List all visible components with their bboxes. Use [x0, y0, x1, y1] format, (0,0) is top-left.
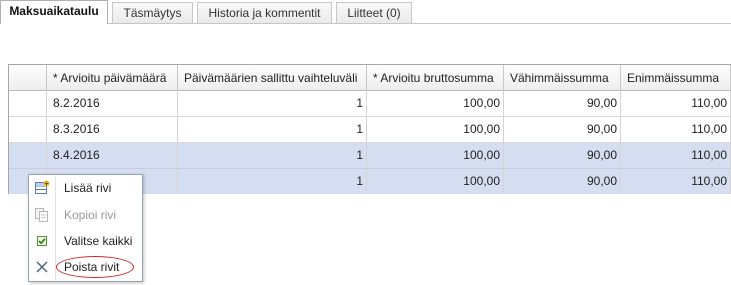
cell-date[interactable]: 8.4.2016 — [47, 143, 178, 168]
tab-tasmaytys[interactable]: Täsmäytys — [112, 2, 193, 23]
table-row[interactable]: 8.3.2016 1 100,00 90,00 110,00 — [9, 117, 731, 143]
cell-min[interactable]: 90,00 — [504, 169, 621, 194]
cell-variance[interactable]: 1 — [178, 91, 367, 116]
header-estimated-gross[interactable]: * Arvioitu bruttosumma — [367, 65, 504, 91]
cell-date[interactable]: 8.3.2016 — [47, 117, 178, 142]
header-estimated-date[interactable]: * Arvioitu päivämäärä — [47, 65, 178, 91]
cell-max[interactable]: 110,00 — [621, 117, 731, 142]
cell-min[interactable]: 90,00 — [504, 91, 621, 116]
copy-row-icon — [34, 207, 50, 223]
table-row[interactable]: 8.2.2016 1 100,00 90,00 110,00 — [9, 91, 731, 117]
cell-min[interactable]: 90,00 — [504, 143, 621, 168]
cell-variance[interactable]: 1 — [178, 117, 367, 142]
highlight-circle — [56, 256, 134, 278]
menu-item-label: Valitse kaikki — [64, 234, 133, 248]
cell-gross[interactable]: 100,00 — [367, 117, 504, 142]
menu-item-label: Lisää rivi — [64, 181, 112, 195]
tab-maksuaikataulu[interactable]: Maksuaikataulu — [0, 0, 108, 24]
cell-gross[interactable]: 100,00 — [367, 91, 504, 116]
grid-header: * Arvioitu päivämäärä Päivämäärien salli… — [9, 65, 731, 91]
header-date-variance[interactable]: Päivämäärien sallittu vaihteluväli — [178, 65, 367, 91]
cell-gross[interactable]: 100,00 — [367, 143, 504, 168]
delete-x-icon — [34, 259, 50, 275]
add-row-icon — [34, 180, 50, 196]
tab-divider — [0, 23, 731, 24]
cell-date[interactable]: 8.2.2016 — [47, 91, 178, 116]
cell-variance[interactable]: 1 — [178, 143, 367, 168]
menu-item-label: Kopioi rivi — [64, 208, 117, 222]
cell-max[interactable]: 110,00 — [621, 91, 731, 116]
cell-variance[interactable]: 1 — [178, 169, 367, 194]
row-selector[interactable] — [9, 91, 47, 116]
table-row-selected[interactable]: 8.4.2016 1 100,00 90,00 110,00 — [9, 143, 731, 169]
row-selector[interactable] — [9, 117, 47, 142]
cell-max[interactable]: 110,00 — [621, 143, 731, 168]
menu-item-copy-row[interactable]: Kopioi rivi — [29, 202, 142, 228]
cell-max[interactable]: 110,00 — [621, 169, 731, 194]
row-selector[interactable] — [9, 143, 47, 168]
cell-min[interactable]: 90,00 — [504, 117, 621, 142]
header-row-selector[interactable] — [9, 65, 47, 91]
row-context-menu: Lisää rivi Kopioi rivi Valitse kaikki Po… — [28, 174, 143, 282]
tab-liitteet[interactable]: Liitteet (0) — [336, 2, 412, 23]
checkbox-checked-icon — [34, 233, 50, 249]
header-min-amount[interactable]: Vähimmäissumma — [504, 65, 621, 91]
cell-gross[interactable]: 100,00 — [367, 169, 504, 194]
menu-item-select-all[interactable]: Valitse kaikki — [29, 228, 142, 254]
menu-item-delete-rows[interactable]: Poista rivit — [29, 254, 142, 280]
tab-bar: Maksuaikataulu Täsmäytys Historia ja kom… — [0, 0, 731, 24]
header-max-amount[interactable]: Enimmäissumma — [621, 65, 731, 91]
menu-item-add-row[interactable]: Lisää rivi — [29, 175, 142, 201]
tab-historia-ja-kommentit[interactable]: Historia ja kommentit — [197, 2, 332, 23]
